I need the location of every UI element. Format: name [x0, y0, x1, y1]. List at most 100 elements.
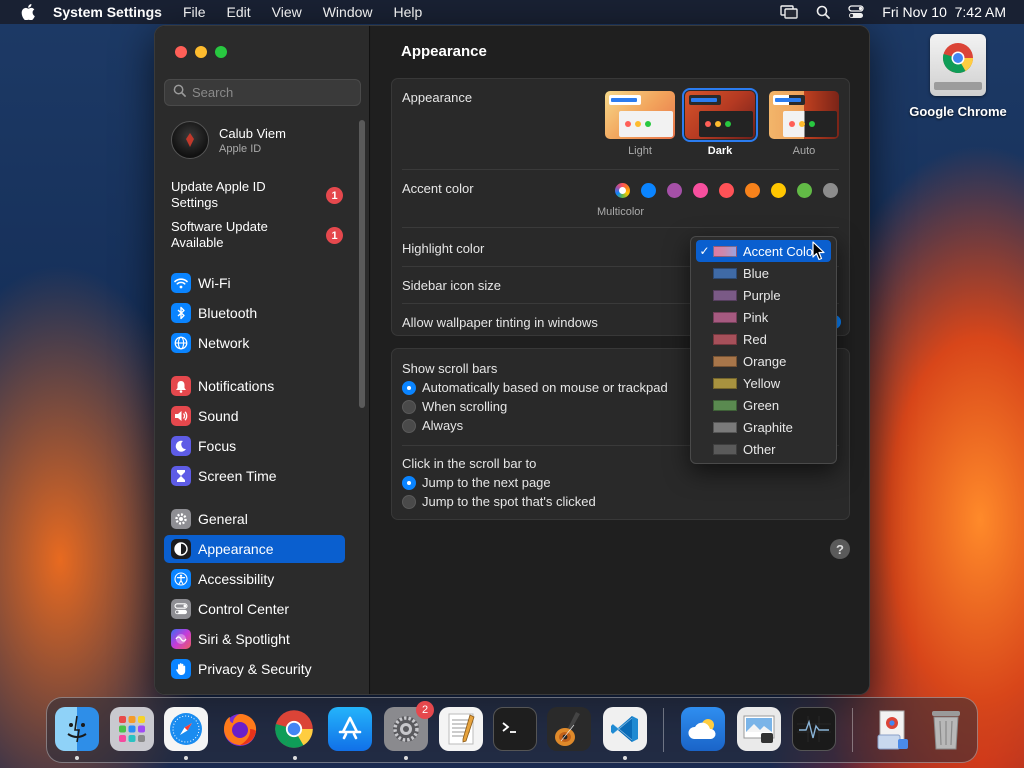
highlight-option-yellow[interactable]: Yellow — [696, 372, 831, 394]
accent-blue-swatch[interactable] — [641, 183, 656, 198]
control-center-icon[interactable] — [848, 5, 864, 19]
highlight-option-other[interactable]: Other — [696, 438, 831, 460]
radio-label: Jump to the next page — [422, 475, 551, 490]
sidebar-item-accessibility[interactable]: Accessibility — [164, 565, 345, 593]
weather-icon[interactable] — [681, 707, 725, 751]
radio-scroll-automatic[interactable]: Automatically based on mouse or trackpad — [402, 380, 668, 395]
desktop-icon-google-chrome[interactable]: Google Chrome — [906, 34, 1010, 119]
downloads-icon[interactable] — [870, 707, 914, 751]
accent-graphite-swatch[interactable] — [823, 183, 838, 198]
accent-green-swatch[interactable] — [797, 183, 812, 198]
update-apple-id-settings[interactable]: Update Apple ID Settings 1 — [171, 179, 343, 211]
sidebar-item-bluetooth[interactable]: Bluetooth — [164, 299, 345, 327]
radio-button[interactable] — [402, 418, 416, 433]
app-store-icon[interactable] — [328, 707, 372, 751]
show-scroll-bars-label: Show scroll bars — [402, 361, 498, 376]
sidebar-item-siri-spotlight[interactable]: Siri & Spotlight — [164, 625, 345, 653]
screen-mirroring-icon[interactable] — [780, 5, 798, 19]
highlight-option-pink[interactable]: Pink — [696, 306, 831, 328]
dock-badge: 2 — [416, 701, 434, 719]
accent-yellow-swatch[interactable] — [771, 183, 786, 198]
garageband-icon[interactable] — [547, 707, 591, 751]
spotlight-search-icon[interactable] — [816, 5, 831, 19]
radio-button[interactable] — [402, 380, 416, 395]
accent-orange-swatch[interactable] — [745, 183, 760, 198]
accent-pink-swatch[interactable] — [693, 183, 708, 198]
sidebar-item-network[interactable]: Network — [164, 329, 345, 357]
finder-icon[interactable] — [55, 707, 99, 751]
help-button[interactable]: ? — [830, 539, 850, 559]
sidebar-item-control-center[interactable]: Control Center — [164, 595, 345, 623]
software-update-available[interactable]: Software Update Available 1 — [171, 219, 343, 251]
search-input[interactable] — [192, 85, 352, 100]
menu-datetime[interactable]: Fri Nov 10 7:42 AM — [882, 4, 1006, 20]
radio-jump-to-spot[interactable]: Jump to the spot that's clicked — [402, 494, 596, 509]
textedit-icon[interactable] — [439, 707, 483, 751]
highlight-option-blue[interactable]: Blue — [696, 262, 831, 284]
sidebar-item-focus[interactable]: Focus — [164, 432, 345, 460]
color-swatch — [713, 443, 737, 455]
apple-icon[interactable] — [18, 2, 38, 22]
radio-scroll-always[interactable]: Always — [402, 418, 463, 433]
sidebar-item-sound[interactable]: Sound — [164, 402, 345, 430]
minimize-button[interactable] — [195, 46, 207, 58]
accent-purple-swatch[interactable] — [667, 183, 682, 198]
account-subtitle: Apple ID — [219, 142, 262, 155]
system-settings-icon[interactable]: 2 — [384, 701, 434, 751]
sidebar-item-appearance[interactable]: Appearance — [164, 535, 345, 563]
accent-red-swatch[interactable] — [719, 183, 734, 198]
zoom-button[interactable] — [215, 46, 227, 58]
sidebar-item-general[interactable]: General — [164, 505, 345, 533]
firefox-icon[interactable] — [218, 707, 262, 751]
apple-id-account[interactable]: Calub Viem Apple ID — [171, 120, 351, 160]
terminal-icon[interactable] — [493, 707, 537, 751]
menu-window[interactable]: Window — [323, 4, 373, 20]
dock: 2 — [46, 697, 978, 763]
running-indicator — [293, 756, 297, 760]
safari-icon[interactable] — [164, 707, 208, 751]
menu-edit[interactable]: Edit — [227, 4, 251, 20]
search-field[interactable] — [164, 79, 361, 106]
activity-monitor-icon[interactable] — [792, 707, 836, 751]
hourglass-icon — [171, 466, 191, 486]
menu-help[interactable]: Help — [394, 4, 423, 20]
moon-icon — [171, 436, 191, 456]
color-swatch — [713, 355, 737, 367]
highlight-option-accent-color[interactable]: ✓ Accent Color — [696, 240, 831, 262]
highlight-option-orange[interactable]: Orange — [696, 350, 831, 372]
highlight-option-graphite[interactable]: Graphite — [696, 416, 831, 438]
menu-view[interactable]: View — [272, 4, 302, 20]
sidebar-item-wifi[interactable]: Wi-Fi — [164, 269, 345, 297]
launchpad-icon[interactable] — [110, 707, 154, 751]
menu-app-name[interactable]: System Settings — [53, 4, 162, 20]
search-icon — [173, 84, 186, 102]
vscode-icon[interactable] — [603, 707, 647, 751]
radio-button[interactable] — [402, 399, 416, 414]
sidebar: Calub Viem Apple ID Update Apple ID Sett… — [155, 26, 370, 694]
sidebar-scrollbar[interactable] — [359, 120, 365, 408]
running-indicator — [404, 756, 408, 760]
menu-bar: System Settings File Edit View Window He… — [0, 0, 1024, 24]
highlight-option-red[interactable]: Red — [696, 328, 831, 350]
radio-button[interactable] — [402, 475, 416, 490]
highlight-option-green[interactable]: Green — [696, 394, 831, 416]
radio-jump-next-page[interactable]: Jump to the next page — [402, 475, 551, 490]
trash-icon[interactable] — [924, 707, 968, 751]
radio-button[interactable] — [402, 494, 416, 509]
close-button[interactable] — [175, 46, 187, 58]
sidebar-item-screen-time[interactable]: Screen Time — [164, 462, 345, 490]
dark-mode-preview — [682, 88, 758, 142]
menu-file[interactable]: File — [183, 4, 206, 20]
accent-color-label: Accent color — [402, 181, 474, 196]
sidebar-item-notifications[interactable]: Notifications — [164, 372, 345, 400]
sidebar-item-label: Siri & Spotlight — [198, 631, 290, 647]
sidebar-icon-size-label: Sidebar icon size — [402, 278, 501, 293]
highlight-option-purple[interactable]: Purple — [696, 284, 831, 306]
chrome-icon[interactable] — [272, 707, 316, 751]
preview-icon[interactable] — [737, 707, 781, 751]
accent-multicolor-swatch[interactable] — [615, 183, 630, 198]
gear-icon — [171, 509, 191, 529]
radio-label: When scrolling — [422, 399, 508, 414]
sidebar-item-privacy-security[interactable]: Privacy & Security — [164, 655, 345, 683]
radio-scroll-when-scrolling[interactable]: When scrolling — [402, 399, 507, 414]
